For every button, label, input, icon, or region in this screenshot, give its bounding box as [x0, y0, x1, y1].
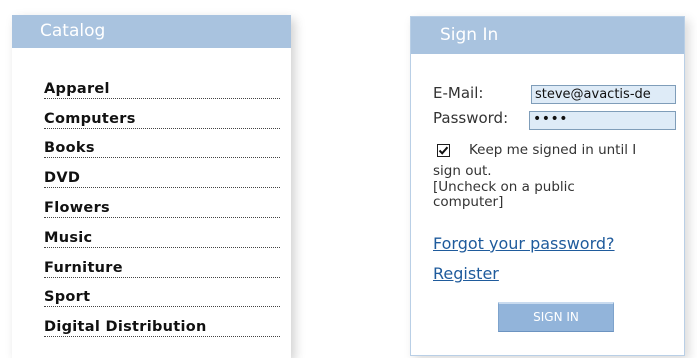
catalog-item-computers: Computers [44, 99, 280, 129]
email-label: E-Mail: [433, 84, 484, 102]
remember-me-label: Keep me signed in until I [469, 142, 637, 158]
catalog-item-dvd: DVD [44, 158, 280, 189]
public-computer-note: [Uncheck on a public computer] [433, 179, 575, 210]
catalog-item-digital-distribution: Digital Distribution [44, 307, 280, 338]
catalog-item-music: Music [44, 218, 280, 248]
catalog-link-computers[interactable]: Computers [44, 111, 136, 127]
register-link[interactable]: Register [433, 264, 499, 283]
signin-title: Sign In [411, 17, 684, 54]
catalog-link-books[interactable]: Books [44, 140, 95, 156]
catalog-link-dvd[interactable]: DVD [44, 170, 80, 186]
catalog-item-furniture: Furniture [44, 248, 280, 278]
forgot-password-link[interactable]: Forgot your password? [433, 234, 615, 253]
catalog-item-books: Books [44, 129, 280, 159]
signin-panel: Sign In E-Mail: steve@avactis-de Passwor… [410, 16, 685, 356]
remember-me-checkbox[interactable] [437, 144, 450, 157]
password-label: Password: [433, 109, 509, 127]
catalog-link-apparel[interactable]: Apparel [44, 81, 110, 97]
remember-me-label-continued: sign out. [433, 163, 492, 179]
catalog-link-sport[interactable]: Sport [44, 289, 90, 305]
password-field[interactable]: •••• [529, 111, 676, 130]
catalog-item-apparel: Apparel [44, 69, 280, 99]
checkmark-icon [438, 146, 449, 155]
email-field[interactable]: steve@avactis-de [531, 85, 676, 104]
catalog-item-flowers: Flowers [44, 188, 280, 218]
catalog-panel: Catalog Apparel Computers Books DVD Flow… [12, 15, 291, 358]
catalog-link-furniture[interactable]: Furniture [44, 260, 123, 276]
catalog-link-digital-distribution[interactable]: Digital Distribution [44, 319, 207, 335]
catalog-link-flowers[interactable]: Flowers [44, 200, 110, 216]
catalog-link-music[interactable]: Music [44, 230, 92, 246]
catalog-title: Catalog [12, 15, 291, 48]
catalog-item-sport: Sport [44, 278, 280, 308]
catalog-list: Apparel Computers Books DVD Flowers Musi… [44, 69, 280, 338]
sign-in-button[interactable]: SIGN IN [498, 302, 614, 332]
